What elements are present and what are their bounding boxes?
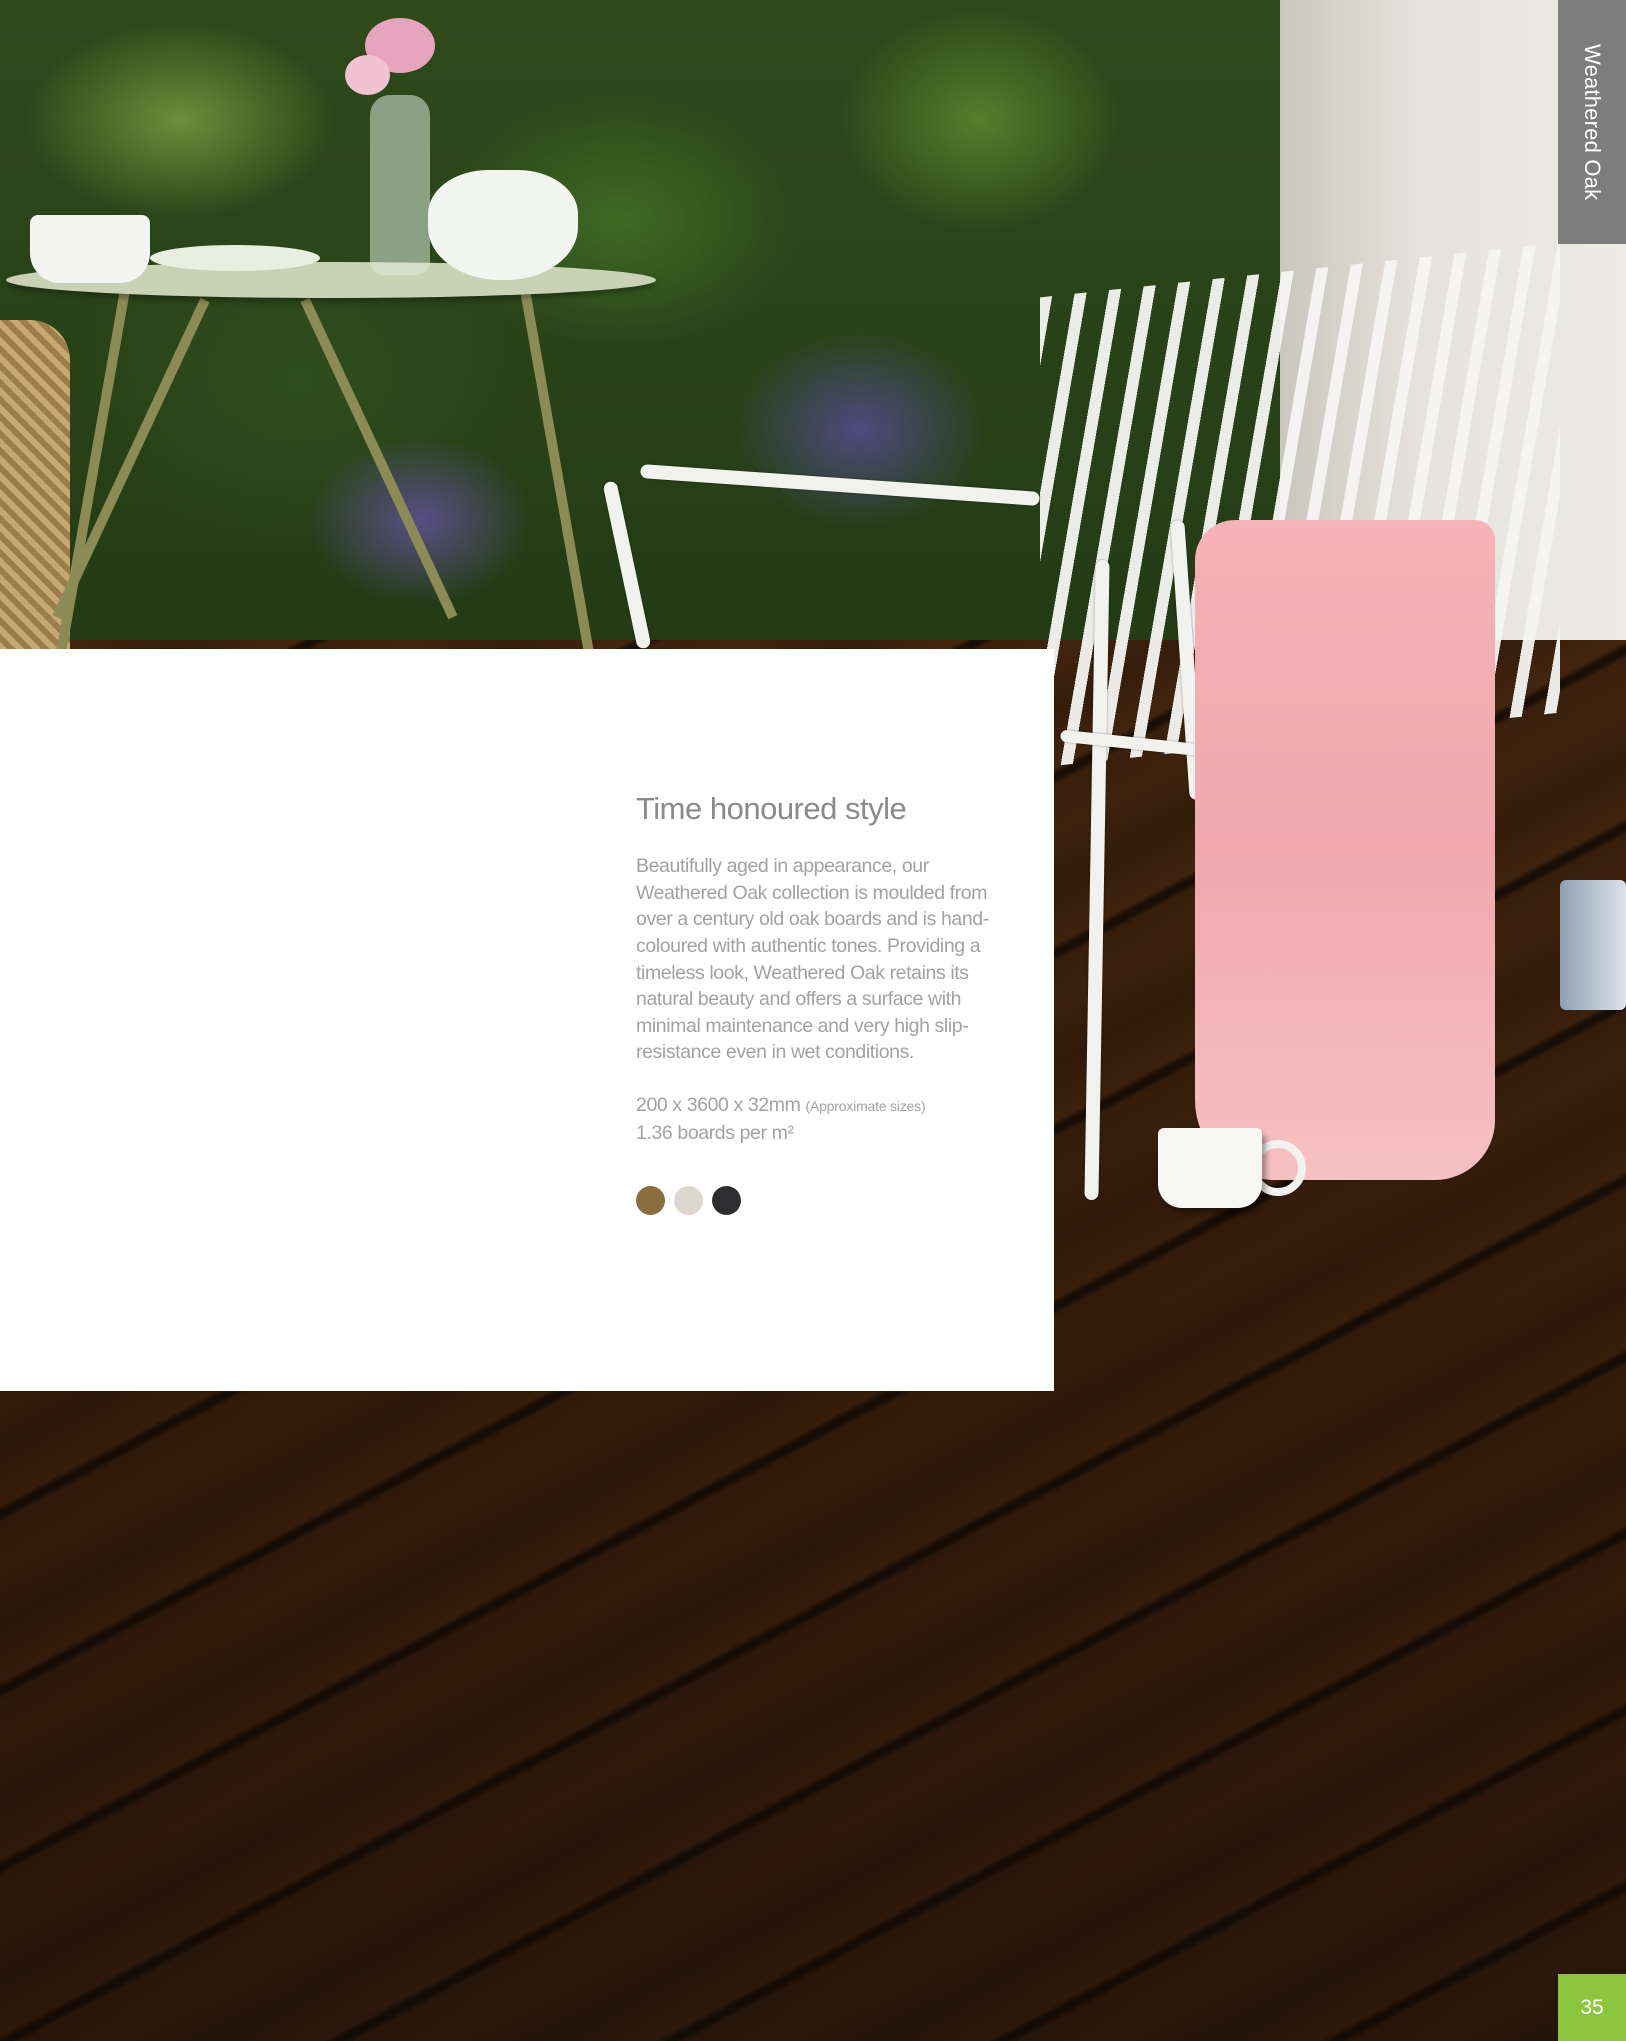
page-number: 35: [1558, 1974, 1626, 2041]
section-heading: Time honoured style: [636, 791, 907, 826]
flower: [345, 55, 390, 95]
glass-vase: [370, 95, 430, 275]
section-tab-label: Weathered Oak: [1580, 43, 1605, 201]
description-paragraph: Beautifully aged in appearance, our Weat…: [636, 855, 989, 1064]
dimensions-line: 200 x 3600 x 32mm (Approximate sizes): [636, 1092, 1008, 1120]
dimensions-note: (Approximate sizes): [805, 1097, 926, 1114]
plant-pot: [1560, 880, 1626, 1010]
colour-swatch-charcoal: [712, 1186, 741, 1216]
dimensions-value: 200 x 3600 x 32mm: [636, 1093, 801, 1116]
pink-throw: [1195, 520, 1495, 1180]
section-tab: Weathered Oak: [1558, 0, 1626, 244]
mug: [1158, 1128, 1262, 1208]
colour-swatches: [636, 1186, 1008, 1216]
colour-swatch-brown: [636, 1186, 665, 1216]
coverage-line: 1.36 boards per m²: [636, 1121, 794, 1144]
product-copy: Time honoured style Beautifully aged in …: [636, 790, 1008, 1216]
product-specs: 200 x 3600 x 32mm (Approximate sizes) 1.…: [636, 1092, 1008, 1146]
teacup: [30, 215, 150, 283]
colour-swatch-light-grey: [674, 1186, 703, 1216]
teapot: [428, 170, 578, 280]
plate: [150, 245, 320, 271]
